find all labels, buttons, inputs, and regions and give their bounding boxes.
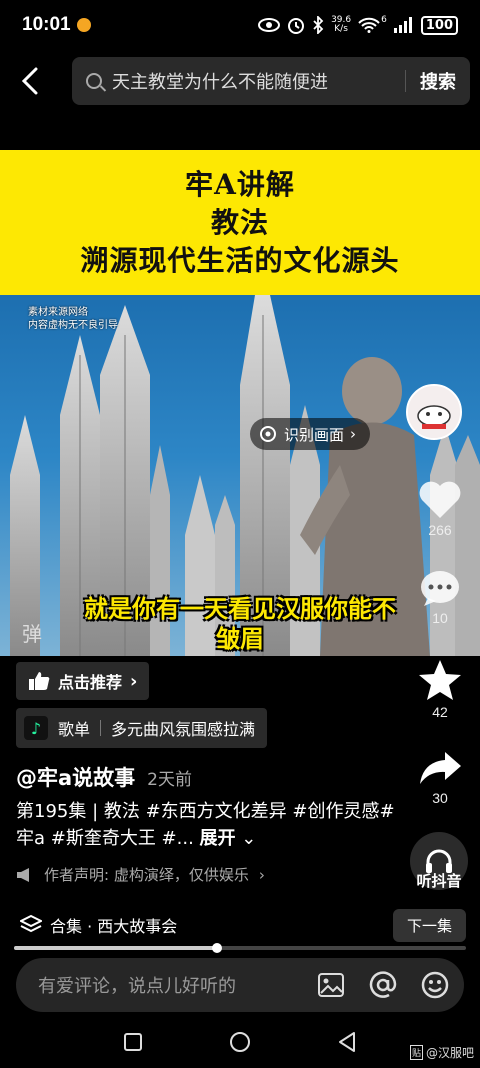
image-icon (318, 973, 344, 997)
expand-button[interactable]: 展开 (200, 828, 236, 849)
eye-icon (258, 18, 281, 32)
subtitle-line-2: 皱眉 (216, 625, 264, 653)
status-bar: 10:01 39.6 K/s 6 100 (0, 0, 480, 50)
listen-label: 听抖音 (416, 872, 462, 890)
emoji-icon (421, 971, 449, 999)
speed-unit: K/s (334, 24, 348, 34)
banner-line-3: 溯源现代生活的文化源头 (80, 243, 400, 277)
signal-label: 6 (381, 15, 387, 25)
playlist-label: 歌单 (58, 720, 91, 739)
star-icon (419, 660, 461, 700)
video-subtitle: 就是你有一天看见汉服你能不 皱眉 (0, 594, 480, 654)
playlist-divider (100, 720, 102, 736)
collection-label: 合集 · 西大故事会 (50, 917, 178, 936)
mention-button[interactable] (368, 970, 398, 1000)
back-button[interactable] (0, 56, 60, 106)
search-button[interactable]: 搜索 (420, 68, 456, 94)
video-banner: 牢A讲解 教法 溯源现代生活的文化源头 (0, 150, 480, 295)
playlist-title: 多元曲风氛围感拉满 (111, 720, 256, 739)
playlist-chip[interactable]: ♪ 歌单 多元曲风氛围感拉满 (16, 708, 268, 748)
heart-icon (419, 481, 461, 518)
banner-line-2: 教法 (210, 205, 269, 239)
network-speed: 39.6 K/s (331, 16, 351, 34)
at-icon (369, 971, 397, 998)
author-name[interactable]: @牢a说故事 (16, 762, 135, 792)
bluetooth-icon (313, 16, 324, 34)
progress-handle[interactable] (212, 943, 223, 953)
share-button[interactable]: 30 (412, 748, 468, 806)
home-button[interactable] (229, 1031, 251, 1057)
like-count: 266 (428, 522, 452, 538)
favorite-count: 42 (432, 704, 448, 720)
search-icon (86, 73, 102, 89)
comment-button[interactable]: 10 (412, 568, 468, 626)
recommend-button[interactable]: 点击推荐 › (16, 662, 150, 700)
subtitle-line-1: 就是你有一天看见汉服你能不 (84, 595, 396, 623)
recognize-label: 识别画面 (284, 425, 345, 444)
comment-count: 10 (432, 610, 448, 626)
watermark-line-2: 内容虚构无不良引导 (28, 320, 118, 331)
recents-button[interactable] (123, 1032, 143, 1056)
author-line: @牢a说故事 2天前 (16, 762, 192, 792)
search-header: 天主教堂为什么不能随便进 搜索 (0, 56, 480, 106)
status-time: 10:01 (22, 14, 71, 35)
author-avatar[interactable] (406, 384, 462, 440)
next-episode-button[interactable]: 下一集 (392, 908, 466, 942)
wifi-icon (358, 17, 380, 33)
share-count: 30 (432, 790, 448, 806)
search-divider (405, 70, 406, 92)
post-time: 2天前 (147, 770, 192, 790)
progress-fill (14, 946, 218, 950)
signal-icon (393, 17, 412, 33)
like-button[interactable]: 266 (412, 478, 468, 538)
back-arrow-icon (21, 67, 38, 95)
chevron-right-icon: › (258, 865, 265, 884)
system-back-button[interactable] (337, 1031, 357, 1057)
search-query[interactable]: 天主教堂为什么不能随便进 (112, 68, 391, 94)
recommend-label: 点击推荐 (58, 673, 123, 692)
stack-icon (20, 914, 42, 933)
disclaimer-text: 作者声明: 虚构演绎，仅供娱乐 (44, 866, 249, 884)
favorite-button[interactable]: 42 (412, 658, 468, 720)
video-watermark: 素材来源网络 内容虚构无不良引导 (28, 306, 118, 332)
source-tag-box: 贴 (409, 1045, 423, 1060)
source-tag-text: @汉服吧 (425, 1046, 474, 1060)
scan-icon (260, 426, 276, 442)
emoji-button[interactable] (420, 970, 450, 1000)
triangle-back-icon (339, 1032, 355, 1052)
comment-bar[interactable]: 有爱评论，说点儿好听的 (16, 958, 464, 1012)
alarm-icon (288, 18, 305, 34)
comment-input[interactable]: 有爱评论，说点儿好听的 (38, 972, 316, 998)
square-icon (124, 1033, 142, 1051)
source-tag: 贴 @汉服吧 (409, 1044, 474, 1061)
watermark-line-1: 素材来源网络 (28, 307, 88, 318)
banner-line-1: 牢A讲解 (185, 167, 295, 201)
chevron-right-icon: › (130, 670, 138, 692)
video-caption[interactable]: 第195集 | 教法 #东西方文化差异 #创作灵感#牢a #斯奎奇大王 #...… (16, 798, 396, 852)
chevron-down-icon: ⌄ (235, 828, 257, 849)
avatar-image (408, 386, 460, 438)
system-nav-bar (0, 1020, 480, 1068)
image-button[interactable] (316, 970, 346, 1000)
comment-actions (316, 970, 450, 1000)
status-icons: 39.6 K/s 6 100 (258, 15, 458, 35)
chevron-right-icon: › (350, 425, 357, 443)
comment-icon (421, 571, 459, 606)
author-disclaimer[interactable]: 作者声明: 虚构演绎，仅供娱乐 › (16, 864, 265, 885)
danmu-toggle[interactable]: 弹 (22, 618, 42, 647)
notification-icon (76, 18, 91, 32)
battery-indicator: 100 (420, 15, 458, 35)
circle-icon (230, 1032, 250, 1052)
thumbs-up-icon (29, 672, 50, 690)
megaphone-icon (17, 867, 29, 882)
recognize-scene-button[interactable]: 识别画面 › (250, 418, 371, 450)
share-arrow-icon (420, 752, 461, 784)
music-note-icon: ♪ (24, 716, 48, 740)
search-input[interactable]: 天主教堂为什么不能随便进 搜索 (72, 57, 470, 105)
video-progress-bar[interactable] (14, 943, 466, 953)
collection-bar[interactable]: 合集 · 西大故事会 下一集 (0, 902, 480, 948)
